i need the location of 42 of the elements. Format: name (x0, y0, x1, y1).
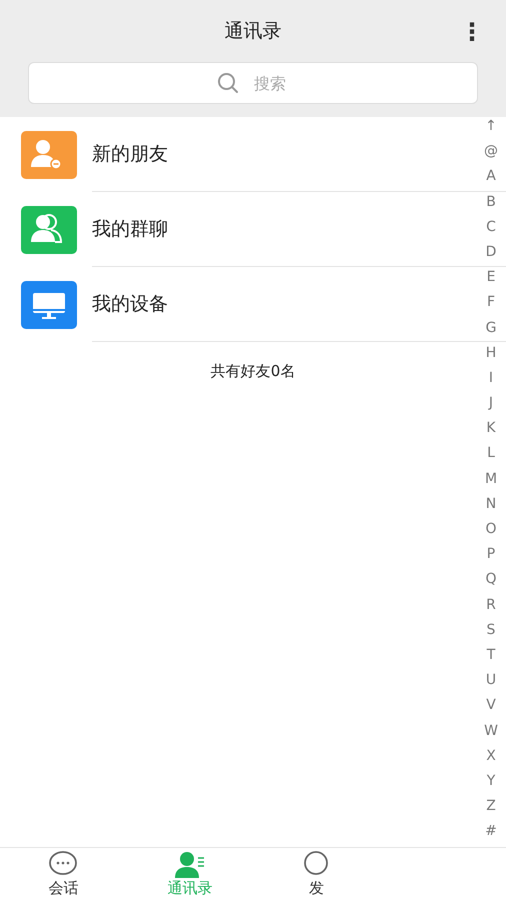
tab[interactable]: 发 (253, 848, 380, 900)
index-letter[interactable]: X (486, 744, 496, 769)
index-letter[interactable]: Q (485, 567, 497, 593)
index-letter[interactable]: V (486, 693, 496, 718)
index-letter[interactable]: L (487, 441, 495, 467)
index-letter[interactable]: K (486, 416, 496, 442)
index-letter[interactable]: G (486, 316, 496, 341)
list-item-label: 新的朋友 (92, 142, 168, 167)
index-letter[interactable]: E (486, 265, 496, 290)
index-letter[interactable]: B (486, 190, 496, 215)
index-letter[interactable]: D (486, 240, 496, 266)
person-icon (174, 850, 205, 878)
index-letter[interactable]: N (486, 492, 496, 517)
index-letter[interactable]: Z (486, 794, 496, 820)
index-letter[interactable]: M (484, 466, 498, 492)
index-letter[interactable]: U (486, 668, 496, 694)
index-letter[interactable]: # (485, 819, 497, 844)
index-letter[interactable]: S (486, 618, 496, 643)
chat-bubble-icon (48, 850, 78, 878)
index-letter[interactable]: A (486, 164, 496, 190)
index-letter[interactable]: O (485, 517, 497, 542)
tab[interactable]: 通讯录 (126, 848, 253, 900)
friend-count-text: 共有好友0名 (210, 361, 296, 382)
page-title: 通讯录 (224, 18, 282, 44)
index-letter[interactable]: F (486, 290, 496, 316)
index-letter[interactable]: C (486, 214, 496, 240)
index-letter[interactable]: ↑ (485, 114, 497, 140)
index-letter[interactable]: I (488, 366, 494, 392)
index-letter[interactable]: H (486, 340, 496, 366)
list-item-label: 我的设备 (92, 292, 168, 317)
index-letter[interactable]: @ (484, 139, 498, 164)
more-menu-button[interactable]: ⋮ (460, 18, 484, 46)
list-item-label: 我的群聊 (92, 216, 168, 242)
index-letter[interactable]: R (486, 592, 496, 618)
index-letter[interactable]: P (486, 542, 496, 568)
index-letter[interactable]: J (488, 391, 494, 416)
tab[interactable]: 会话 (0, 848, 126, 900)
index-letter[interactable]: W (484, 718, 498, 744)
search-field[interactable]: 搜索 (28, 62, 478, 104)
index-letter[interactable]: T (486, 642, 496, 668)
search-icon (217, 72, 239, 94)
index-letter[interactable]: Y (486, 768, 496, 794)
